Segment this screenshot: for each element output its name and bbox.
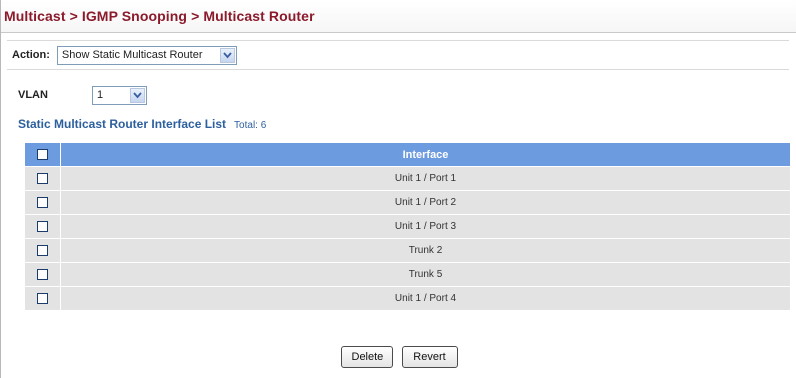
column-header-interface: Interface [60,143,791,167]
vlan-select-value: 1 [96,89,104,101]
interface-cell: Trunk 5 [60,262,791,287]
list-total: Total: 6 [234,120,267,131]
vlan-select[interactable]: 1 [91,85,147,105]
chevron-down-icon[interactable] [219,47,235,63]
delete-button[interactable]: Delete [340,346,393,368]
button-bar: Delete Revert [1,346,796,368]
row-checkbox[interactable] [37,196,48,208]
interface-cell: Unit 1 / Port 4 [60,286,791,311]
list-title: Static Multicast Router Interface List [18,117,227,131]
row-checkbox[interactable] [37,292,48,304]
interface-cell: Trunk 2 [60,238,791,263]
page-title: Multicast > IGMP Snooping > Multicast Ro… [4,8,315,24]
select-all-checkbox[interactable] [37,149,48,161]
row-checkbox-cell [25,214,61,239]
select-all-cell [25,143,61,167]
title-bar: Multicast > IGMP Snooping > Multicast Ro… [1,0,796,33]
interface-cell: Unit 1 / Port 2 [60,190,791,215]
table-row: Unit 1 / Port 2 [25,190,791,215]
list-header: Static Multicast Router Interface List T… [1,117,796,131]
chevron-down-icon[interactable] [129,87,145,103]
row-checkbox[interactable] [37,244,48,256]
action-select-value: Show Static Multicast Router [61,49,203,61]
revert-button[interactable]: Revert [401,346,458,368]
row-checkbox-cell [25,262,61,287]
interface-table: Interface Unit 1 / Port 1 Unit 1 / Port … [25,143,791,311]
row-checkbox-cell [25,166,61,191]
table-row: Trunk 5 [25,262,791,287]
vlan-label: VLAN [18,89,48,101]
interface-cell: Unit 1 / Port 1 [60,166,791,191]
row-checkbox-cell [25,190,61,215]
row-checkbox[interactable] [37,172,48,184]
table-row: Trunk 2 [25,238,791,263]
row-checkbox[interactable] [37,268,48,280]
table-header-row: Interface [25,143,791,167]
table-row: Unit 1 / Port 3 [25,214,791,239]
row-checkbox-cell [25,286,61,311]
vlan-row: VLAN 1 [1,85,796,105]
interface-cell: Unit 1 / Port 3 [60,214,791,239]
page: Multicast > IGMP Snooping > Multicast Ro… [0,0,796,378]
action-select[interactable]: Show Static Multicast Router [56,45,237,65]
action-label: Action: [12,49,50,61]
row-checkbox[interactable] [37,220,48,232]
row-checkbox-cell [25,238,61,263]
table-row: Unit 1 / Port 1 [25,166,791,191]
table-row: Unit 1 / Port 4 [25,286,791,311]
action-row: Action: Show Static Multicast Router [7,40,789,70]
